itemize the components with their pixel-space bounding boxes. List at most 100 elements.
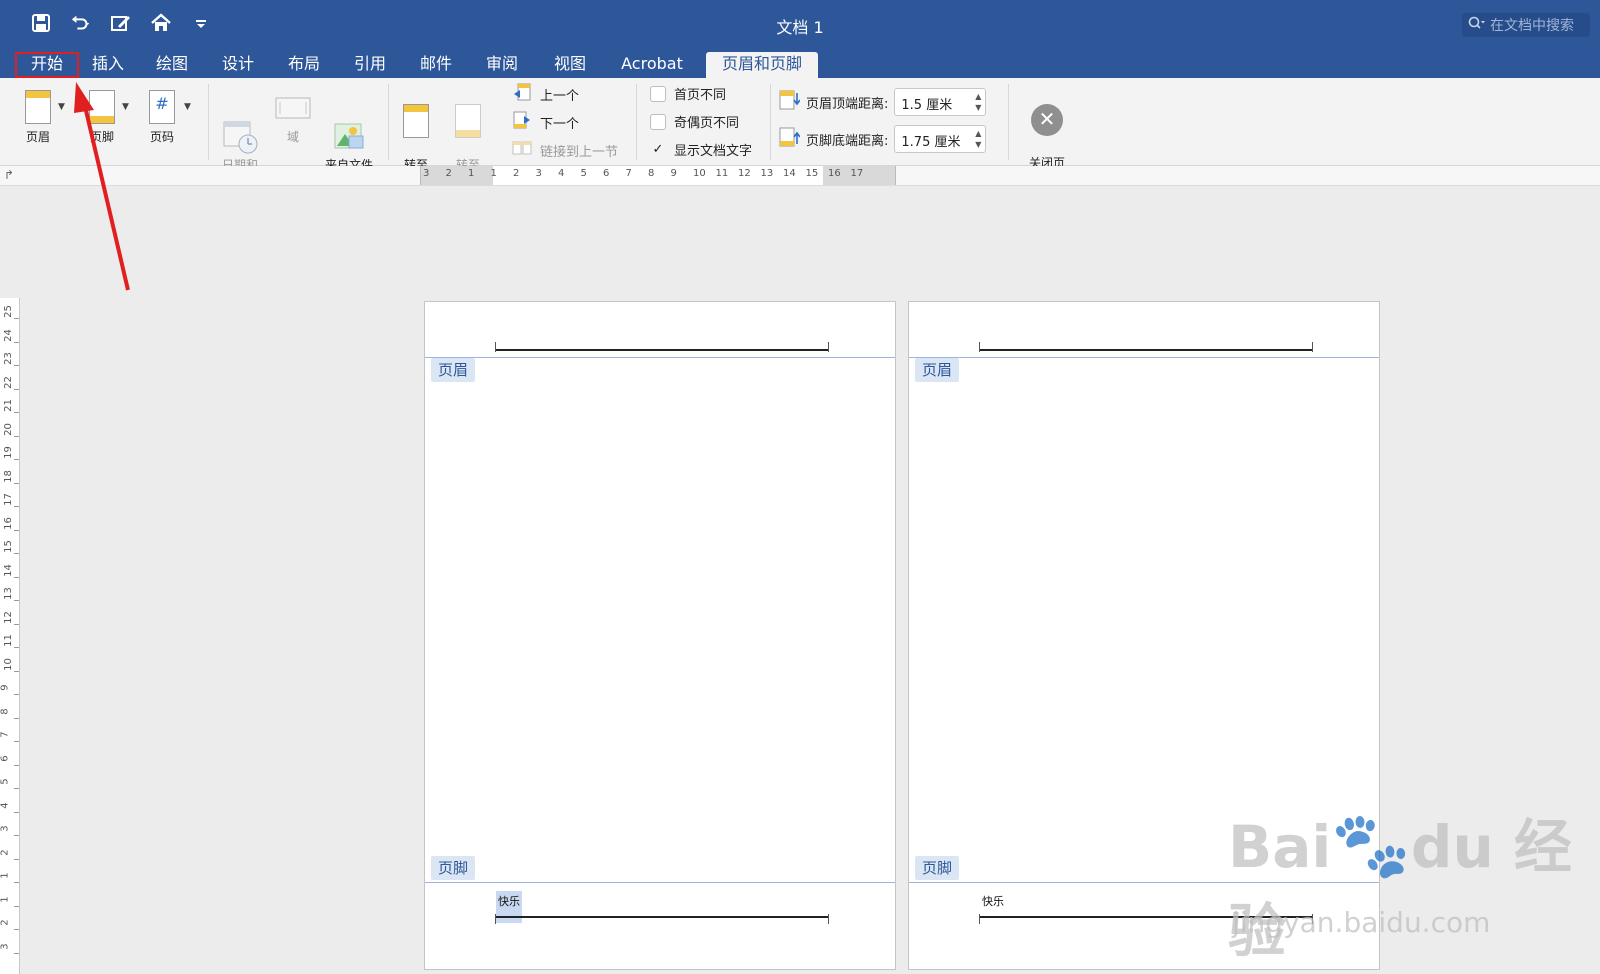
ruler-number: 3 bbox=[0, 825, 11, 832]
tab-design[interactable]: 设计 bbox=[214, 52, 262, 78]
tab-draw[interactable]: 绘图 bbox=[148, 52, 196, 78]
header-button[interactable]: 页眉 bbox=[18, 90, 58, 144]
ruler-number: 2 bbox=[513, 168, 520, 179]
header-tag: 页眉 bbox=[431, 358, 476, 382]
tab-home[interactable]: 开始 bbox=[15, 52, 79, 78]
chevron-down-icon[interactable]: ▼ bbox=[122, 102, 129, 112]
tab-layout[interactable]: 布局 bbox=[280, 52, 328, 78]
footer-text[interactable]: 快乐 bbox=[980, 891, 1006, 911]
ribbon-divider bbox=[388, 84, 389, 160]
tab-review[interactable]: 审阅 bbox=[478, 52, 526, 78]
ruler-number: 1 bbox=[468, 168, 475, 179]
ribbon-divider bbox=[770, 84, 771, 160]
checkbox-unchecked[interactable] bbox=[650, 113, 666, 130]
ruler-number: 2 bbox=[445, 168, 452, 179]
footer-text[interactable]: 快乐 bbox=[496, 891, 522, 923]
ruler-tick bbox=[14, 435, 19, 437]
spinner-arrows-icon[interactable]: ▲ ▼ bbox=[975, 128, 981, 150]
tab-stop-icon[interactable]: ↱ bbox=[4, 168, 14, 182]
ruler-number: 24 bbox=[2, 328, 14, 342]
ruler-number: 4 bbox=[558, 168, 565, 179]
ruler-number: 16 bbox=[828, 168, 841, 179]
ruler-tick bbox=[14, 835, 19, 836]
ruler-number: 10 bbox=[693, 168, 706, 179]
footer-distance-icon bbox=[778, 126, 801, 152]
header-margin-line bbox=[495, 349, 829, 351]
page-number-icon: # bbox=[149, 90, 175, 124]
goto-header-icon bbox=[403, 104, 429, 138]
ruler-number: 6 bbox=[603, 168, 610, 179]
baidu-watermark-url: jingyan.baidu.com bbox=[1232, 906, 1491, 939]
chevron-down-icon[interactable]: ▼ bbox=[184, 102, 191, 112]
header-icon bbox=[25, 90, 51, 124]
next-button[interactable]: 下一个 bbox=[512, 111, 579, 133]
tab-view[interactable]: 视图 bbox=[546, 52, 594, 78]
show-doc-text-checkbox[interactable]: ✓ 显示文档文字 bbox=[650, 140, 752, 159]
previous-button[interactable]: 上一个 bbox=[512, 83, 579, 105]
header-tag: 页眉 bbox=[915, 358, 960, 382]
ruler-number: 12 bbox=[2, 610, 14, 624]
ruler-tick bbox=[14, 459, 19, 460]
header-top-distance-input[interactable]: 1.5 厘米 ▲ ▼ bbox=[894, 88, 987, 116]
ruler-number: 5 bbox=[0, 778, 11, 785]
search-placeholder: 在文档中搜索 bbox=[1490, 18, 1574, 34]
ruler-tick bbox=[14, 318, 19, 319]
footer-button[interactable]: 页脚 bbox=[82, 90, 122, 144]
tab-mailings[interactable]: 邮件 bbox=[412, 52, 460, 78]
page-number-button[interactable]: # 页码 bbox=[142, 90, 182, 144]
ruler-number: 17 bbox=[850, 168, 864, 179]
ribbon-divider bbox=[1008, 84, 1009, 160]
ruler-number: 14 bbox=[783, 168, 796, 179]
ruler-tick bbox=[14, 553, 19, 554]
ruler-tick bbox=[14, 341, 19, 343]
title-bar: 文档 1 在文档中搜索 bbox=[0, 0, 1600, 48]
ruler-tick bbox=[14, 482, 19, 484]
page-1[interactable]: 页眉 页脚 快乐 bbox=[424, 301, 896, 970]
margin-corner bbox=[495, 342, 496, 352]
ruler-tick bbox=[14, 600, 19, 601]
checkbox-unchecked[interactable] bbox=[650, 85, 666, 102]
check-icon[interactable]: ✓ bbox=[650, 142, 666, 158]
tab-insert[interactable]: 插入 bbox=[84, 52, 132, 78]
goto-footer-icon bbox=[455, 104, 481, 138]
ruler-number: 12 bbox=[738, 168, 751, 179]
ruler-number: 23 bbox=[2, 352, 14, 365]
tab-references[interactable]: 引用 bbox=[346, 52, 394, 78]
field-icon bbox=[272, 90, 314, 130]
document-title: 文档 1 bbox=[776, 18, 824, 37]
baidu-watermark-logo: Bai🐾du 经验 bbox=[1228, 809, 1572, 965]
diff-first-page-checkbox[interactable]: 首页不同 bbox=[650, 84, 726, 103]
margin-corner bbox=[979, 342, 980, 352]
margin-corner bbox=[1312, 342, 1313, 352]
ruler-number: 25 bbox=[2, 305, 14, 318]
ruler-number: 4 bbox=[0, 801, 11, 809]
ruler-number: 22 bbox=[2, 375, 14, 389]
ruler-number: 15 bbox=[2, 540, 14, 553]
picture-icon bbox=[320, 104, 378, 149]
ribbon: 页眉 ▼ 页脚 ▼ # 页码 ▼ 日期和 时间 域 来自文件 的图片 转至 页眉… bbox=[0, 78, 1600, 186]
document-search[interactable]: 在文档中搜索 bbox=[1462, 13, 1590, 37]
margin-corner bbox=[828, 914, 829, 924]
ruler-number: 8 bbox=[648, 168, 655, 179]
footer-bottom-distance-input[interactable]: 1.75 厘米 ▲ ▼ bbox=[894, 125, 987, 153]
tab-acrobat[interactable]: Acrobat bbox=[614, 52, 690, 78]
ruler-tick bbox=[14, 811, 19, 813]
chevron-down-icon[interactable]: ▼ bbox=[58, 102, 65, 112]
ruler-tick bbox=[14, 506, 19, 507]
tab-header-footer[interactable]: 页眉和页脚 bbox=[706, 52, 818, 78]
margin-corner bbox=[828, 342, 829, 352]
next-section-icon bbox=[512, 111, 532, 133]
link-previous-button[interactable]: 链接到上一节 bbox=[512, 139, 618, 161]
ruler-tick bbox=[14, 858, 19, 860]
ruler-number: 7 bbox=[625, 168, 632, 179]
horizontal-ruler[interactable]: 3 2 1 1 2 3 4 5 6 7 8 9 10 11 12 13 14 15 16 17 bbox=[420, 166, 896, 185]
field-button[interactable]: 域 bbox=[272, 90, 314, 144]
ruler-tick bbox=[14, 694, 19, 695]
ruler-number: 11 bbox=[715, 168, 729, 179]
ruler-number: 1 bbox=[490, 168, 497, 179]
vertical-ruler[interactable]: 25 24 23 22 21 20 19 18 17 16 15 14 13 12 11 10 9 8 7 6 5 4 3 2… bbox=[0, 298, 20, 974]
ruler-number: 3 bbox=[0, 942, 11, 950]
ruler-number: 3 bbox=[535, 168, 542, 179]
diff-odd-even-checkbox[interactable]: 奇偶页不同 bbox=[650, 112, 739, 131]
spinner-arrows-icon[interactable]: ▲ ▼ bbox=[975, 91, 981, 113]
